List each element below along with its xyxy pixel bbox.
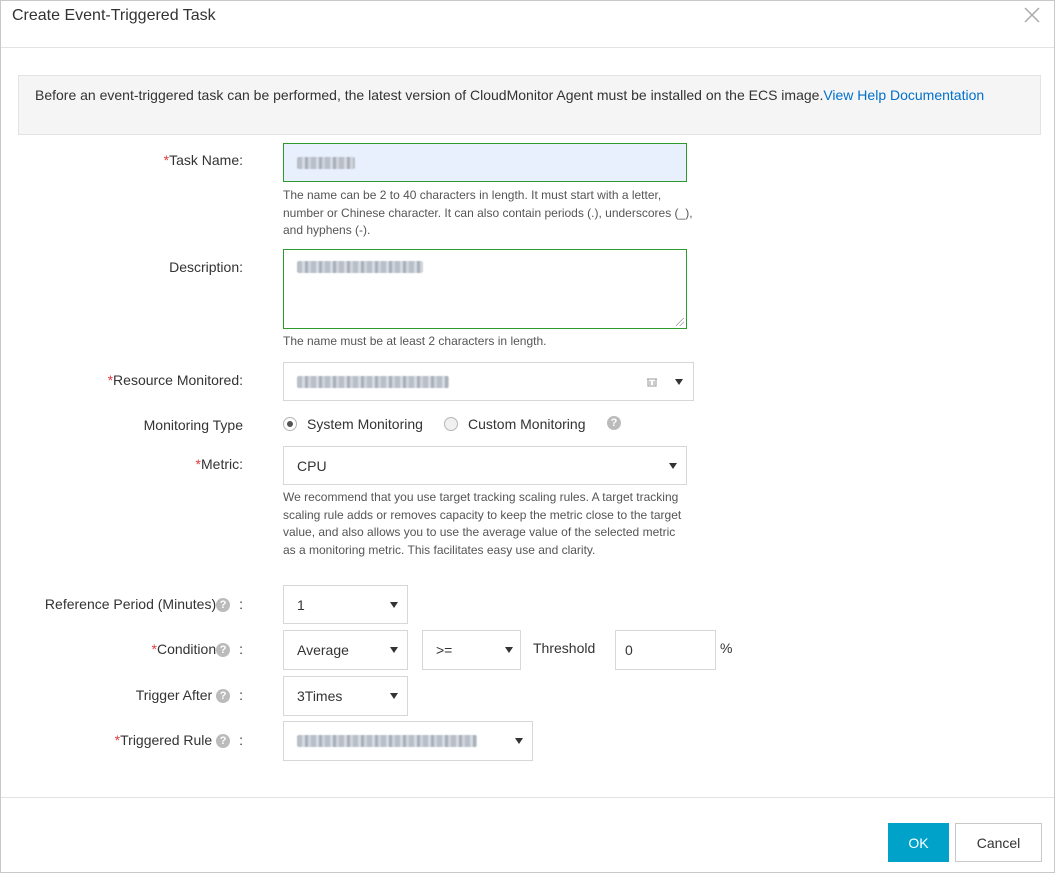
description-textarea[interactable] (283, 249, 687, 329)
reference-period-value: 1 (297, 596, 305, 613)
radio-label: Custom Monitoring (468, 416, 586, 432)
radio-system-monitoring[interactable]: System Monitoring (283, 416, 423, 432)
trigger-after-label-text: Trigger After (135, 687, 213, 703)
clear-icon[interactable] (647, 377, 657, 387)
condition-label-text: Condition (156, 641, 217, 657)
reference-period-label-text: Reference Period (Minutes) (44, 596, 217, 612)
aggregation-value: Average (297, 642, 349, 658)
resource-monitored-select[interactable] (283, 362, 694, 401)
redacted-value (297, 261, 423, 273)
redacted-value (297, 735, 477, 747)
resource-monitored-label: *Resource Monitored: (108, 372, 243, 388)
create-event-task-dialog: Create Event-Triggered Task Before an ev… (0, 0, 1055, 873)
chevron-down-icon (505, 647, 513, 653)
radio-label: System Monitoring (307, 416, 423, 432)
resource-monitored-label-text: Resource Monitored: (113, 372, 243, 388)
chevron-down-icon (515, 738, 523, 744)
threshold-input[interactable]: 0 (615, 630, 716, 670)
threshold-unit: % (720, 640, 733, 656)
help-icon[interactable]: ? (607, 416, 621, 430)
agent-notice: Before an event-triggered task can be pe… (18, 75, 1041, 135)
trigger-after-select[interactable]: 3Times (283, 676, 408, 716)
reference-period-label: Reference Period (Minutes)?: (45, 596, 243, 612)
dialog-title: Create Event-Triggered Task (12, 7, 216, 24)
ok-button[interactable]: OK (888, 823, 949, 862)
metric-value: CPU (297, 457, 327, 474)
redacted-value (297, 375, 449, 388)
redacted-value (297, 156, 355, 169)
triggered-rule-label-text: Triggered Rule (120, 732, 213, 748)
threshold-value: 0 (625, 642, 633, 658)
label-colon: : (239, 596, 243, 612)
footer-divider (1, 797, 1054, 798)
trigger-after-value: 3Times (297, 688, 343, 704)
metric-label: *Metric: (196, 456, 243, 472)
chevron-down-icon (675, 378, 683, 385)
chevron-down-icon (390, 601, 398, 608)
triggered-rule-select[interactable] (283, 721, 533, 761)
help-icon[interactable]: ? (216, 643, 231, 657)
condition-operator-select[interactable]: >= (422, 630, 521, 670)
label-colon: : (239, 687, 243, 703)
task-name-label-text: Task Name: (169, 152, 243, 168)
chevron-down-icon (390, 693, 398, 699)
triggered-rule-label: *Triggered Rule ?: (115, 732, 243, 748)
condition-label: *Condition?: (152, 641, 243, 657)
task-name-input[interactable] (283, 143, 687, 182)
monitoring-type-label: Monitoring Type (143, 417, 243, 433)
description-label: Description: (169, 259, 243, 275)
notice-text: Before an event-triggered task can be pe… (35, 87, 824, 103)
task-name-hint: The name can be 2 to 40 characters in le… (283, 188, 693, 237)
task-name-label: *Task Name: (164, 152, 243, 168)
operator-value: >= (436, 642, 453, 658)
help-documentation-link[interactable]: View Help Documentation (823, 87, 984, 103)
metric-select[interactable]: CPU (283, 446, 687, 485)
condition-aggregation-select[interactable]: Average (283, 630, 408, 670)
threshold-label: Threshold (533, 640, 596, 656)
description-hint: The name must be at least 2 characters i… (283, 334, 547, 348)
resize-handle[interactable] (676, 318, 684, 326)
close-icon[interactable] (1022, 5, 1042, 25)
radio-unchecked-icon (444, 417, 458, 431)
chevron-down-icon (390, 647, 398, 653)
metric-hint: We recommend that you use target trackin… (283, 490, 682, 557)
label-colon: : (239, 641, 243, 657)
radio-custom-monitoring[interactable]: Custom Monitoring (444, 416, 586, 432)
chevron-down-icon (669, 462, 677, 469)
trigger-after-label: Trigger After ?: (136, 687, 243, 703)
metric-label-text: Metric: (201, 456, 243, 472)
dialog-header: Create Event-Triggered Task (1, 1, 1054, 48)
cancel-button[interactable]: Cancel (955, 823, 1042, 862)
help-icon[interactable]: ? (216, 734, 231, 748)
radio-checked-icon (283, 417, 297, 431)
label-colon: : (239, 732, 243, 748)
help-icon[interactable]: ? (216, 689, 231, 703)
reference-period-select[interactable]: 1 (283, 585, 408, 624)
help-icon[interactable]: ? (216, 598, 231, 612)
